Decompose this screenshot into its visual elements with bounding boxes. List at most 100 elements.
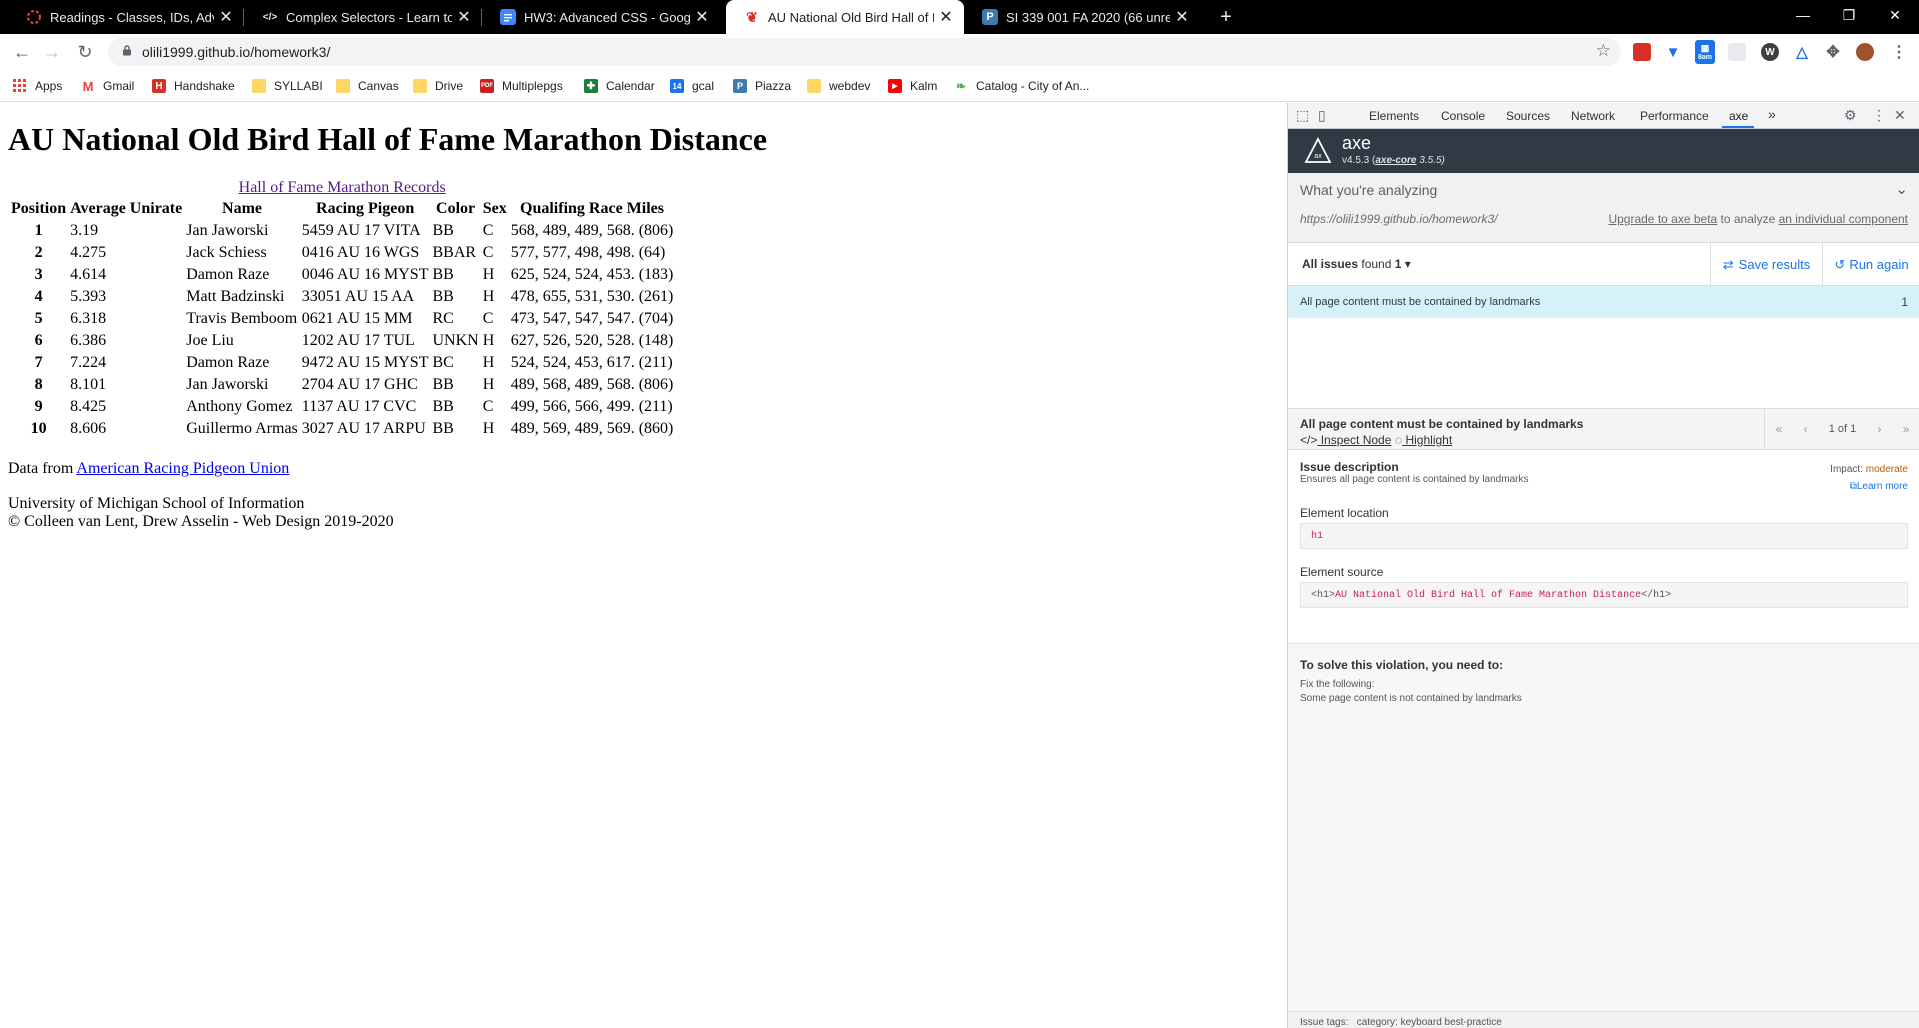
bookmark-label: Drive xyxy=(435,79,464,93)
devtools-tab-elements[interactable]: Elements xyxy=(1369,109,1419,123)
table-row: 8 8.101 Jan Jaworski 2704 AU 17 GHC BB H 489, … xyxy=(10,375,674,395)
last-page-icon[interactable]: » xyxy=(1903,422,1910,436)
save-results-button[interactable]: ⇄ Save results xyxy=(1710,243,1822,286)
bookmark-gmail[interactable]: M Gmail xyxy=(81,78,135,94)
color-cell: BB xyxy=(432,222,454,239)
chevron-down-icon[interactable]: ⌄ xyxy=(1895,180,1908,198)
highlight-button[interactable]: ◌ Highlight xyxy=(1395,433,1452,447)
first-page-icon[interactable]: « xyxy=(1776,422,1783,436)
minimize-icon[interactable]: — xyxy=(1780,0,1826,30)
kebab-menu-icon[interactable]: ⋮ xyxy=(1872,107,1886,124)
issues-filter-dropdown[interactable]: All issues found 1 ▾ xyxy=(1302,257,1411,271)
axe-core-link[interactable]: axe-core xyxy=(1375,155,1416,166)
kebab-menu-icon[interactable]: ⋮ xyxy=(1890,43,1908,61)
axe-extension-icon[interactable]: △ xyxy=(1793,43,1811,61)
table-row: 10 8.606 Guillermo Armas 3027 AU 17 ARPU BB H… xyxy=(10,419,674,439)
issue-detail-header: All page content must be contained by la… xyxy=(1288,408,1919,450)
table-caption: Hall of Fame Marathon Records xyxy=(8,179,676,197)
restore-icon[interactable]: ❐ xyxy=(1826,0,1872,30)
devtools-tab-console[interactable]: Console xyxy=(1441,109,1485,123)
back-arrow-icon[interactable]: ← xyxy=(8,38,36,66)
browser-tab-hw3-docs[interactable]: HW3: Advanced CSS - Google Do ✕ xyxy=(482,0,720,34)
bookmark-syllabi[interactable]: SYLLABI xyxy=(252,78,323,94)
bookmarks-bar: Apps M Gmail H Handshake SYLLABI Canvas Dr… xyxy=(0,70,1919,102)
tab-title: SI 339 001 FA 2020 (66 unread) xyxy=(1006,9,1170,25)
reload-icon[interactable]: ↻ xyxy=(71,38,99,66)
avatar[interactable] xyxy=(1856,43,1874,61)
bookmark-gcal[interactable]: 14 gcal xyxy=(670,78,714,94)
bookmark-catalog[interactable]: ❧ Catalog - City of An... xyxy=(954,78,1089,94)
devtools-tab-performance[interactable]: Performance xyxy=(1640,109,1709,123)
solve-title: To solve this violation, you need to: xyxy=(1300,658,1504,672)
address-bar[interactable]: olili1999.github.io/homework3/ ☆ xyxy=(108,38,1621,66)
devtools-tab-network[interactable]: Network xyxy=(1571,109,1615,123)
component-link[interactable]: an individual component xyxy=(1779,212,1908,226)
unirate-cell: 5.393 xyxy=(70,288,107,305)
new-tab-button[interactable]: + xyxy=(1204,0,1248,34)
browser-tab-readings[interactable]: Readings - Classes, IDs, Advanced ✕ xyxy=(8,0,244,34)
close-icon[interactable]: ✕ xyxy=(214,7,238,27)
devtools-tab-sources[interactable]: Sources xyxy=(1506,109,1550,123)
browser-tab-complex-selectors[interactable]: </> Complex Selectors - Learn to Cod ✕ xyxy=(244,0,482,34)
data-source-link[interactable]: American Racing Pidgeon Union xyxy=(76,460,289,477)
bookmark-kalm[interactable]: ▶ Kalm xyxy=(888,78,937,94)
table-row: 1 3.19 Jan Jaworski 5459 AU 17 VITA BB C 568, … xyxy=(10,221,674,241)
bookmark-apps[interactable]: Apps xyxy=(13,78,62,94)
upgrade-link[interactable]: Upgrade to axe beta xyxy=(1608,212,1717,226)
table-row: 7 7.224 Damon Raze 9472 AU 15 MYST BC H 524, 5… xyxy=(10,353,674,373)
handshake-icon: H xyxy=(152,79,166,93)
close-icon[interactable]: ✕ xyxy=(1170,7,1194,27)
forward-arrow-icon[interactable]: → xyxy=(38,38,66,66)
inspect-element-icon[interactable]: ⬚ xyxy=(1296,107,1309,124)
bookmark-star-icon[interactable]: ☆ xyxy=(1596,41,1611,61)
next-page-icon[interactable]: › xyxy=(1877,422,1881,436)
save-icon: ⇄ xyxy=(1722,256,1734,272)
issue-list-item[interactable]: All page content must be contained by la… xyxy=(1288,286,1919,318)
devtools-tab-axe[interactable]: axe xyxy=(1729,109,1748,123)
folder-icon xyxy=(807,79,821,93)
blank-extension-icon[interactable] xyxy=(1728,43,1746,61)
bookmark-calendar[interactable]: ✚ Calendar xyxy=(584,78,655,94)
name-cell: Jan Jaworski xyxy=(186,222,269,239)
pigeon-cell: 1202 AU 17 TUL xyxy=(301,332,415,349)
close-icon[interactable]: ✕ xyxy=(690,7,714,27)
calendar-extension-icon[interactable]: ▦ 8am xyxy=(1695,40,1715,64)
learn-more-link[interactable]: ⧉Learn more xyxy=(1850,481,1908,492)
extension-bookmark-icon[interactable] xyxy=(1633,43,1651,61)
window-close-icon[interactable]: ✕ xyxy=(1872,0,1918,30)
settings-gear-icon[interactable]: ⚙ xyxy=(1844,107,1857,124)
close-icon[interactable]: ✕ xyxy=(452,7,476,27)
bookmark-piazza[interactable]: P Piazza xyxy=(733,78,791,94)
device-toolbar-icon[interactable]: ▯ xyxy=(1318,107,1326,124)
more-tabs-icon[interactable]: » xyxy=(1768,106,1776,122)
bookmark-multiplepgs[interactable]: PDF Multiplepgs xyxy=(480,78,563,94)
loading-spinner-icon xyxy=(26,9,42,25)
miles-cell: 499, 566, 566, 499. (211) xyxy=(510,398,673,415)
inspect-node-button[interactable]: </> Inspect Node xyxy=(1300,433,1391,447)
run-again-button[interactable]: ↺ Run again xyxy=(1822,243,1919,286)
browser-tab-active-au-national[interactable]: ❦ AU National Old Bird Hall of Fam ✕ xyxy=(726,0,964,34)
element-source-box[interactable]: <h1>AU National Old Bird Hall of Fame Ma… xyxy=(1300,582,1908,608)
bookmark-drive[interactable]: Drive xyxy=(413,78,463,94)
bookmark-webdev[interactable]: webdev xyxy=(807,78,870,94)
element-location-box[interactable]: h1 xyxy=(1300,523,1908,549)
table-body: 1 3.19 Jan Jaworski 5459 AU 17 VITA BB C 568, … xyxy=(10,221,674,439)
bookmark-handshake[interactable]: H Handshake xyxy=(152,78,235,94)
wordpress-icon[interactable]: W xyxy=(1761,43,1779,61)
close-icon[interactable]: ✕ xyxy=(934,7,958,27)
position-cell: 10 xyxy=(30,420,47,437)
sheets-icon: ✚ xyxy=(584,79,598,93)
axe-name: axe xyxy=(1342,133,1372,153)
pigeon-cell: 3027 AU 17 ARPU xyxy=(301,420,426,437)
browser-tab-piazza[interactable]: P SI 339 001 FA 2020 (66 unread) ✕ xyxy=(964,0,1200,34)
caption-link[interactable]: Hall of Fame Marathon Records xyxy=(239,179,446,196)
table-row: 2 4.275 Jack Schiess 0416 AU 16 WGS BBAR C 577… xyxy=(10,243,674,263)
prev-page-icon[interactable]: ‹ xyxy=(1804,422,1808,436)
puzzle-extensions-icon[interactable]: ✥ xyxy=(1824,43,1842,61)
close-devtools-icon[interactable]: ✕ xyxy=(1894,107,1906,124)
folder-icon xyxy=(413,79,427,93)
table-row: 3 4.614 Damon Raze 0046 AU 16 MYST BB H 625, 5… xyxy=(10,265,674,285)
vue-extension-icon[interactable]: ▼ xyxy=(1664,43,1682,61)
column-header: Name xyxy=(222,200,262,217)
bookmark-canvas[interactable]: Canvas xyxy=(336,78,399,94)
